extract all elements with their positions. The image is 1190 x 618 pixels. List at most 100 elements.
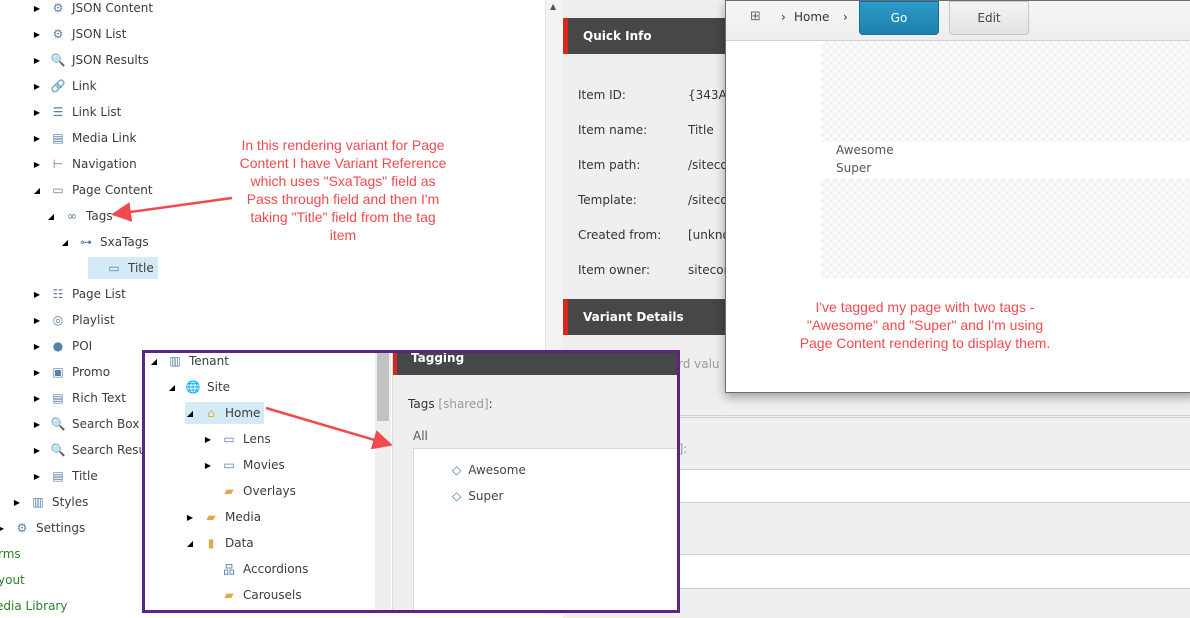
tag-item-super[interactable]: ◇ Super [452,489,503,503]
tag-item-awesome[interactable]: ◇ Awesome [452,463,526,477]
tree-item[interactable]: ▶ ☰ Link List [32,101,121,123]
expand-arrow-icon[interactable]: ▶ [32,108,42,117]
expand-arrow-icon[interactable]: ▶ [32,30,42,39]
expand-arrow-icon[interactable]: ▶ [32,394,42,403]
site-tree-item[interactable]: ▰ Overlays [203,480,296,502]
quick-info-value[interactable]: Title [688,123,714,137]
collapse-arrow-icon[interactable]: ◢ [185,539,195,548]
scroll-up-arrow-icon[interactable]: ▲ [550,2,556,11]
expand-arrow-icon[interactable]: ▶ [32,446,42,455]
tree-item[interactable]: ◢ ▭ Page Content [32,179,153,201]
tree-item-label: Media Link [72,131,137,145]
collapse-arrow-icon[interactable]: ◢ [46,212,56,221]
breadcrumb-separator-icon: › [843,10,848,24]
overlays-folder-icon: ▰ [224,484,234,498]
quick-info-value[interactable]: /siteco [688,193,728,207]
collapse-arrow-icon[interactable]: ◢ [185,409,195,418]
expand-arrow-icon[interactable]: ▶ [32,56,42,65]
tree-item[interactable]: ▭ Title [88,257,158,279]
playlist-icon: ◎ [52,313,64,327]
quick-info-value[interactable]: /siteco [688,158,728,172]
tree-item[interactable]: ▶ ⚙ JSON Content [32,0,153,19]
site-tree-scrollbar[interactable] [375,353,391,610]
expand-arrow-icon[interactable]: ▶ [32,472,42,481]
tree-item-label: Search Box [72,417,140,431]
collapse-arrow-icon[interactable]: ◢ [149,357,159,366]
field-icon: ▭ [108,261,120,275]
tree-item[interactable]: ▶ ⚙ JSON List [32,23,126,45]
quick-info-row: Item name: Title [578,123,714,137]
tree-item[interactable]: ▶ 🔍 Search Box [32,413,139,435]
expand-arrow-icon[interactable]: ▶ [32,368,42,377]
site-tree-item[interactable]: ▶ ▰ Media [185,506,261,528]
expand-arrow-icon[interactable]: ▶ [32,290,42,299]
site-tree-item[interactable]: ▰ Carousels [203,584,301,606]
expand-arrow-icon[interactable]: ▶ [32,4,42,13]
tree-item[interactable]: yout [0,569,25,591]
expand-arrow-icon[interactable]: ▶ [12,498,22,507]
site-icon: 🌐 [185,380,201,394]
site-tree-item[interactable]: ◢ ▥ Tenant [149,353,229,372]
quick-info-title: Quick Info [583,29,652,43]
expand-arrow-icon[interactable]: ▶ [32,134,42,143]
expand-arrow-icon[interactable]: ▶ [32,82,42,91]
tag-label: Awesome [468,463,526,477]
page-icon: ▭ [223,432,235,446]
annotation-tagged-page: I've tagged my page with two tags - "Awe… [799,299,1051,351]
site-tree-item[interactable]: ◢ 🌐 Site [167,376,230,398]
tagging-section-header[interactable]: Tagging [393,351,677,375]
site-tree-item[interactable]: ▶ ▭ Movies [203,454,285,476]
expand-arrow-icon[interactable]: ▶ [32,316,42,325]
expand-arrow-icon[interactable]: ▶ [203,461,213,470]
expand-arrow-icon[interactable]: ▶ [32,160,42,169]
tree-structure-icon[interactable]: ⊞ [750,9,761,24]
search-icon: 🔍 [50,417,66,431]
tag-selection-list[interactable]: ◇ Awesome ◇ Super [413,448,677,610]
tree-item[interactable]: ▶ 🔗 Link [32,75,97,97]
expand-arrow-icon[interactable]: ▶ [32,342,42,351]
expand-arrow-icon[interactable]: ▶ [0,524,6,533]
go-button-label: Go [890,11,908,25]
home-icon: ⌂ [207,406,215,420]
tree-item-label: Playlist [72,313,115,327]
tree-item[interactable]: ▶ ☷ Page List [32,283,126,305]
scrollbar-thumb[interactable] [377,353,389,421]
tree-item[interactable]: edia Library [0,595,67,617]
expand-arrow-icon[interactable]: ▶ [185,513,195,522]
quick-info-label: Item ID: [578,88,626,102]
collapse-arrow-icon[interactable]: ◢ [60,238,70,247]
expand-arrow-icon[interactable]: ▶ [32,420,42,429]
tree-item-label: JSON List [72,27,127,41]
breadcrumb-home[interactable]: Home [794,10,829,24]
tree-item[interactable]: ▶ ◎ Playlist [32,309,115,331]
expand-arrow-icon[interactable]: ▶ [203,435,213,444]
site-tree-item[interactable]: ◢ ▮ Data [185,532,254,554]
tree-item[interactable]: ◢ ⊶ SxaTags [60,231,149,253]
tree-item[interactable]: ▶ ⚙ Settings [0,517,85,539]
globe-icon: ● [52,339,64,353]
quick-info-value[interactable]: [unkno [688,228,730,242]
go-button[interactable]: Go [859,1,939,35]
json-content-icon: ⚙ [52,1,64,15]
tree-item[interactable]: ▶ ▥ Styles [12,491,88,513]
site-tree-item[interactable]: 品 Accordions [203,558,308,580]
collapse-arrow-icon[interactable]: ◢ [32,186,42,195]
tagging-section-title: Tagging [411,351,465,365]
tree-item-label: Rich Text [72,391,126,405]
link-list-icon: ☰ [52,105,64,119]
tree-item[interactable]: ▶ ▤ Title [32,465,98,487]
tree-item[interactable]: ▶ ▣ Promo [32,361,110,383]
site-tree-item[interactable]: ▶ ▭ Lens [203,428,271,450]
tree-item[interactable]: rms [0,543,21,565]
tree-item[interactable]: ▶ 🔍 Search Result [32,439,154,461]
tree-item[interactable]: ◢ ∞ Tags [46,205,113,227]
quick-info-value[interactable]: sitecor [688,263,729,277]
tree-item[interactable]: ▶ ▤ Rich Text [32,387,126,409]
collapse-arrow-icon[interactable]: ◢ [167,383,177,392]
site-tree-item[interactable]: ◢ ⌂ Home [185,402,265,424]
tree-item[interactable]: ▶ ▤ Media Link [32,127,137,149]
edit-button[interactable]: Edit [949,1,1029,35]
tree-item[interactable]: ▶ ● POI [32,335,92,357]
tree-item[interactable]: ▶ ⊢ Navigation [32,153,137,175]
tree-item[interactable]: ▶ 🔍 JSON Results [32,49,149,71]
